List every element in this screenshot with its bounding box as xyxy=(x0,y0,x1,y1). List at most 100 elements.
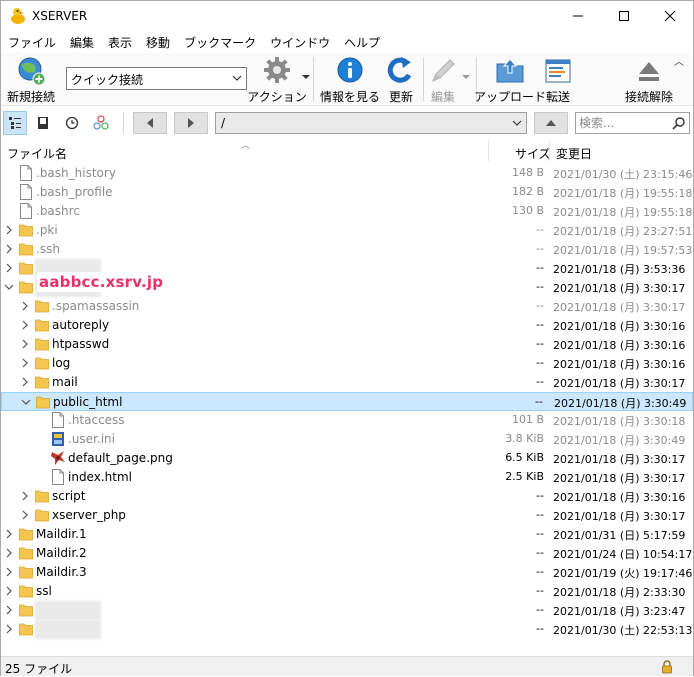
file-row[interactable]: ssl -- 2021/01/18 (月) 2:33:30 xyxy=(1,582,693,601)
file-row[interactable]: Maildir.3 -- 2021/01/19 (火) 19:17:46 xyxy=(1,563,693,582)
back-button[interactable] xyxy=(133,112,167,134)
chevron-right-icon[interactable] xyxy=(20,319,30,331)
search-input[interactable] xyxy=(579,115,669,131)
file-row[interactable]: -- 2021/01/30 (土) 22:53:13 xyxy=(1,620,693,639)
toolbar-separator xyxy=(423,57,424,101)
file-row[interactable]: .htaccess 101 B 2021/01/18 (月) 3:30:18 xyxy=(1,411,693,430)
file-date: 2021/01/18 (月) 3:30:18 xyxy=(553,415,686,428)
forward-button[interactable] xyxy=(174,112,208,134)
back-arrow-icon xyxy=(147,118,153,128)
file-date: 2021/01/18 (月) 3:30:49 xyxy=(553,434,686,447)
chevron-right-icon[interactable] xyxy=(4,585,14,597)
lock-icon[interactable] xyxy=(660,660,674,677)
chevron-down-icon[interactable] xyxy=(302,75,310,81)
folder-icon xyxy=(19,528,33,541)
maximize-button[interactable] xyxy=(601,1,647,31)
column-separator[interactable] xyxy=(488,141,489,161)
file-row[interactable]: mail -- 2021/01/18 (月) 3:30:17 xyxy=(1,373,693,392)
chevron-right-icon[interactable] xyxy=(20,338,30,350)
chevron-right-icon[interactable] xyxy=(20,490,30,502)
action-button[interactable]: アクション xyxy=(247,53,307,105)
bookmarks-view-button[interactable] xyxy=(31,111,55,135)
menu-edit[interactable]: 編集 xyxy=(63,32,101,52)
info-label: 情報を見る xyxy=(320,90,381,104)
quick-connect-select[interactable]: クイック接続 xyxy=(66,67,247,90)
edit-button[interactable]: 編集 xyxy=(427,53,459,105)
file-row[interactable]: log -- 2021/01/18 (月) 3:30:16 xyxy=(1,354,693,373)
column-separator[interactable] xyxy=(549,141,550,161)
info-icon xyxy=(337,57,363,83)
chevron-right-icon[interactable] xyxy=(20,509,30,521)
parent-folder-button[interactable] xyxy=(534,112,568,134)
chevron-right-icon[interactable] xyxy=(20,357,30,369)
column-header-size[interactable]: サイズ xyxy=(515,145,551,162)
history-view-button[interactable] xyxy=(60,111,84,135)
disconnect-button[interactable]: 接続解除 xyxy=(621,53,677,105)
file-size: -- xyxy=(536,508,544,521)
menu-window[interactable]: ウインドウ xyxy=(263,32,337,52)
chevron-right-icon[interactable] xyxy=(4,604,14,616)
gear-icon xyxy=(264,57,290,83)
close-button[interactable] xyxy=(647,1,693,31)
upload-button[interactable]: アップロード xyxy=(474,53,546,105)
chevron-right-icon[interactable] xyxy=(4,243,14,255)
maximize-icon xyxy=(619,11,629,21)
file-name: .ssh xyxy=(36,242,60,256)
folder-icon xyxy=(19,243,33,256)
chevron-down-icon[interactable] xyxy=(462,75,470,81)
search-field[interactable] xyxy=(575,112,690,134)
menu-go[interactable]: 移動 xyxy=(139,32,177,52)
refresh-button[interactable]: 更新 xyxy=(383,53,419,105)
file-row[interactable]: .user.ini 3.8 KiB 2021/01/18 (月) 3:30:49 xyxy=(1,430,693,449)
file-row[interactable]: .bash_profile 182 B 2021/01/18 (月) 19:55:1… xyxy=(1,183,693,202)
chevron-right-icon[interactable] xyxy=(4,224,14,236)
file-row[interactable]: .pki -- 2021/01/18 (月) 23:27:51 xyxy=(1,221,693,240)
file-row[interactable]: autoreply -- 2021/01/18 (月) 3:30:16 xyxy=(1,316,693,335)
chevron-right-icon[interactable] xyxy=(4,528,14,540)
new-connection-button[interactable]: 新規接続 xyxy=(4,53,58,105)
path-select[interactable]: / xyxy=(215,112,527,134)
menu-bookmark[interactable]: ブックマーク xyxy=(177,32,263,52)
chevron-right-icon[interactable] xyxy=(4,262,14,274)
menu-help[interactable]: ヘルプ xyxy=(337,32,387,52)
search-icon[interactable] xyxy=(672,116,686,130)
file-row[interactable]: -- 2021/01/18 (月) 3:23:47 xyxy=(1,601,693,620)
chevron-right-icon[interactable] xyxy=(20,300,30,312)
file-row[interactable]: index.html 2.5 KiB 2021/01/18 (月) 3:30:17 xyxy=(1,468,693,487)
file-row[interactable]: htpasswd -- 2021/01/18 (月) 3:30:16 xyxy=(1,335,693,354)
minimize-button[interactable] xyxy=(555,1,601,31)
domain-label: aabbcc.xsrv.jp xyxy=(37,272,166,292)
menu-view[interactable]: 表示 xyxy=(101,32,139,52)
file-row[interactable]: .bash_history 148 B 2021/01/30 (土) 23:15:4… xyxy=(1,164,693,183)
chevron-down-icon[interactable] xyxy=(4,281,14,293)
info-button[interactable]: 情報を見る xyxy=(320,53,381,105)
menu-file[interactable]: ファイル xyxy=(1,32,63,52)
chevron-right-icon[interactable] xyxy=(20,376,30,388)
file-name: xserver_php xyxy=(52,508,126,522)
menu-bar: ファイル 編集 表示 移動 ブックマーク ウインドウ ヘルプ xyxy=(1,32,693,52)
file-row[interactable]: .spamassassin -- 2021/01/18 (月) 3:30:17 xyxy=(1,297,693,316)
file-row[interactable]: script -- 2021/01/18 (月) 3:30:16 xyxy=(1,487,693,506)
globe-add-icon xyxy=(18,57,46,86)
file-name: .pki xyxy=(36,223,58,237)
file-date: 2021/01/30 (土) 22:53:13 xyxy=(553,624,693,637)
file-name: .bash_profile xyxy=(36,185,113,199)
chevron-right-icon[interactable] xyxy=(4,547,14,559)
eject-icon xyxy=(639,62,659,81)
chevron-right-icon[interactable] xyxy=(4,623,14,635)
chevron-down-icon[interactable] xyxy=(21,396,31,408)
browser-view-button[interactable] xyxy=(3,111,27,135)
bonjour-view-button[interactable] xyxy=(89,111,113,135)
file-row[interactable]: .bashrc 130 B 2021/01/18 (月) 19:55:18 xyxy=(1,202,693,221)
file-row[interactable]: xserver_php -- 2021/01/18 (月) 3:30:17 xyxy=(1,506,693,525)
file-row[interactable]: Maildir.2 -- 2021/01/24 (日) 10:54:17 xyxy=(1,544,693,563)
file-row[interactable]: public_html -- 2021/01/18 (月) 3:30:49 xyxy=(1,392,693,411)
chevron-right-icon[interactable] xyxy=(4,566,14,578)
file-row[interactable]: default_page.png 6.5 KiB 2021/01/18 (月) 3:… xyxy=(1,449,693,468)
column-header-modified[interactable]: 変更日 xyxy=(556,145,592,162)
column-header-name[interactable]: ファイル名 xyxy=(7,145,67,162)
transfer-button[interactable]: 転送 xyxy=(542,53,574,105)
file-row[interactable]: .ssh -- 2021/01/18 (月) 19:57:53 xyxy=(1,240,693,259)
file-date: 2021/01/18 (月) 3:30:17 xyxy=(553,472,686,485)
file-row[interactable]: Maildir.1 -- 2021/01/31 (日) 5:17:59 xyxy=(1,525,693,544)
